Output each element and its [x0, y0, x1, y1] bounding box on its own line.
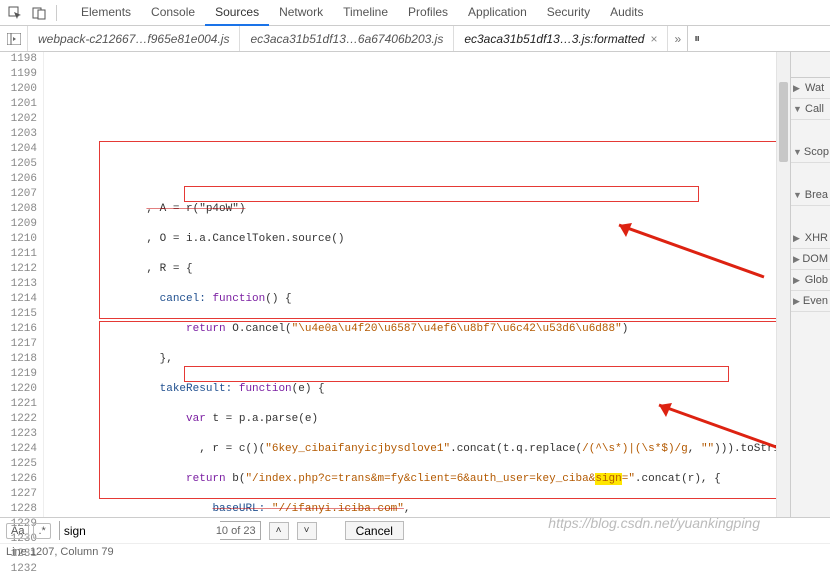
debugger-sidebar: ▶Wat ▼Call ▼Scop ▼Brea ▶XHR ▶DOM ▶Glob ▶… [790, 52, 830, 517]
file-tab-0[interactable]: webpack-c212667…f965e81e004.js [28, 26, 240, 51]
divider [56, 5, 57, 21]
side-scope[interactable]: ▼Scop [791, 142, 830, 163]
inspect-icon[interactable] [4, 3, 26, 23]
code-editor[interactable]: , A = r("p4oW") , O = i.a.CancelToken.so… [44, 52, 790, 517]
device-toggle-icon[interactable] [28, 3, 50, 23]
side-breakpoints[interactable]: ▼Brea [791, 185, 830, 206]
more-tabs-icon[interactable]: » [674, 32, 681, 46]
cancel-button[interactable]: Cancel [345, 521, 404, 540]
tab-application[interactable]: Application [458, 0, 537, 26]
navigator-toggle-icon[interactable] [0, 26, 28, 51]
annotation-box-1a [184, 186, 699, 202]
tab-console[interactable]: Console [141, 0, 205, 26]
main-area: 1198119912001201120212031204120512061207… [0, 52, 830, 517]
scrollbar-thumb[interactable] [779, 82, 788, 162]
tab-audits[interactable]: Audits [600, 0, 653, 26]
side-event[interactable]: ▶Even [791, 291, 830, 312]
tab-security[interactable]: Security [537, 0, 600, 26]
file-tab-label: ec3aca31b51df13…3.js:formatted [464, 32, 644, 46]
side-xhr[interactable]: ▶XHR [791, 228, 830, 249]
side-callstack[interactable]: ▼Call [791, 99, 830, 120]
search-count: 10 of 23 [216, 525, 260, 537]
tab-timeline[interactable]: Timeline [333, 0, 398, 26]
file-tab-label: ec3aca31b51df13…6a67406b203.js [250, 32, 443, 46]
close-icon[interactable]: × [650, 32, 657, 46]
side-watch[interactable]: ▶Wat [791, 78, 830, 99]
file-tab-label: webpack-c212667…f965e81e004.js [38, 32, 229, 46]
file-tabs-bar: webpack-c212667…f965e81e004.js ec3aca31b… [0, 26, 830, 52]
side-global[interactable]: ▶Glob [791, 270, 830, 291]
tab-sources[interactable]: Sources [205, 0, 269, 26]
cursor-position: Line 1207, Column 79 [6, 546, 114, 558]
line-gutter: 1198119912001201120212031204120512061207… [0, 52, 44, 517]
file-tab-2[interactable]: ec3aca31b51df13…3.js:formatted × [454, 26, 668, 51]
devtools-toolbar: Elements Console Sources Network Timelin… [0, 0, 830, 26]
search-input[interactable] [60, 521, 220, 540]
annotation-box-2a [184, 366, 729, 382]
match-case-toggle[interactable]: Aa [6, 523, 29, 539]
search-next-button[interactable]: ˅ [297, 522, 317, 540]
tab-network[interactable]: Network [269, 0, 333, 26]
regex-toggle[interactable]: .* [33, 523, 50, 539]
pause-icon[interactable]: ⏸ [694, 31, 700, 46]
search-bar: Aa .* 10 of 23 ˄ ˅ Cancel [0, 517, 830, 543]
panel-tabs: Elements Console Sources Network Timelin… [71, 0, 653, 26]
side-dom[interactable]: ▶DOM [791, 249, 830, 270]
search-prev-button[interactable]: ˄ [269, 522, 289, 540]
status-bar: Line 1207, Column 79 [0, 543, 830, 561]
tab-elements[interactable]: Elements [71, 0, 141, 26]
file-tab-1[interactable]: ec3aca31b51df13…6a67406b203.js [240, 26, 454, 51]
vertical-scrollbar[interactable] [776, 52, 790, 517]
tab-profiles[interactable]: Profiles [398, 0, 458, 26]
